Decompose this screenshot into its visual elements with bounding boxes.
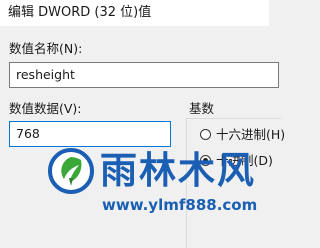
value-data-field[interactable]: 768 bbox=[9, 121, 171, 147]
value-name-label: 数值名称(N): bbox=[9, 41, 83, 56]
edit-dword-dialog: 编辑 DWORD (32 位)值 数值名称(N): resheight 数值数据… bbox=[0, 0, 285, 248]
radio-hex-circle[interactable] bbox=[200, 129, 211, 140]
watermark-logo-icon bbox=[48, 148, 94, 194]
watermark-name: 雨林木风 bbox=[100, 149, 256, 192]
dialog-title: 编辑 DWORD (32 位)值 bbox=[8, 5, 152, 20]
title-bar: 编辑 DWORD (32 位)值 bbox=[0, 0, 269, 26]
watermark-url: www.ylmf888.com bbox=[102, 196, 258, 214]
value-data-label: 数值数据(V): bbox=[9, 101, 82, 116]
base-group-label: 基数 bbox=[189, 101, 215, 116]
radio-hex-label: 十六进制(H) bbox=[216, 127, 286, 142]
watermark: 雨林木风 www.ylmf888.com bbox=[48, 148, 269, 240]
value-name-field[interactable]: resheight bbox=[9, 62, 279, 88]
